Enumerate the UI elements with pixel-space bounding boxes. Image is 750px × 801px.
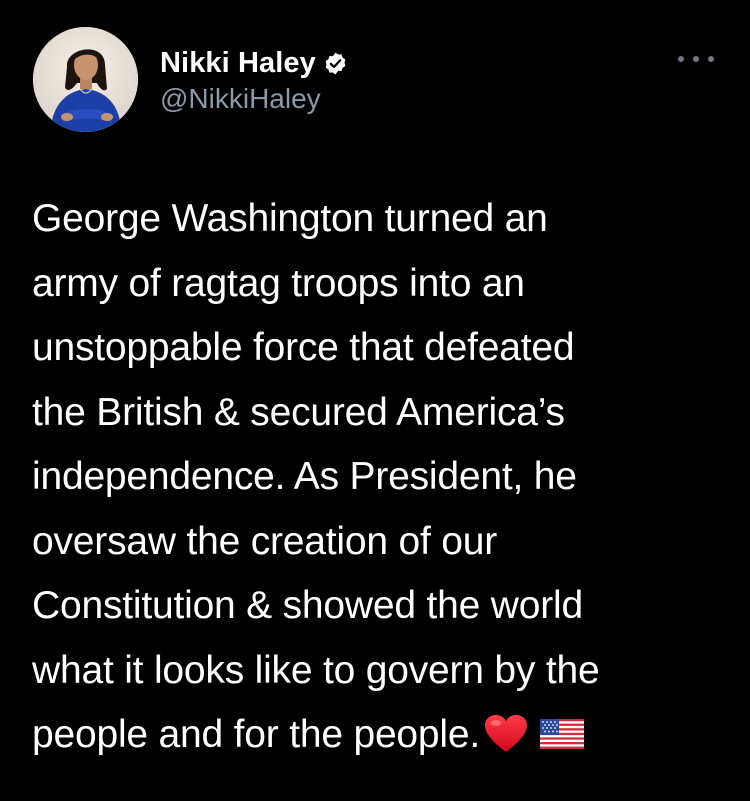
verified-badge-icon (323, 51, 348, 76)
tweet-text-line: the British & secured America’s (32, 390, 565, 434)
us-flag-icon (540, 718, 585, 749)
dot-icon (678, 56, 684, 62)
more-options-icon[interactable] (678, 49, 714, 69)
tweet-text-line: what it looks like to govern by the (32, 648, 600, 692)
author-display-name[interactable]: Nikki Haley (160, 47, 316, 80)
author-name-row: Nikki Haley (160, 43, 348, 83)
dot-icon (693, 56, 699, 62)
red-heart-icon (485, 714, 528, 752)
tweet-text-line: Constitution & showed the world (32, 584, 583, 627)
avatar-image (33, 27, 138, 132)
tweet-text-line: oversaw the creation of our (32, 519, 498, 563)
dot-icon (708, 56, 714, 62)
tweet-text-line: independence. As President, he (32, 455, 577, 498)
tweet-text: George Washington turned an army of ragt… (32, 187, 722, 768)
tweet-text-last-line: people and for the people. (32, 703, 722, 768)
tweet-text-line: army of ragtag troops into an (32, 261, 525, 305)
tweet-text-line: people and for the people. (32, 713, 481, 756)
tweet-text-line: unstoppable force that defeated (32, 326, 575, 369)
tweet-card: Nikki Haley @NikkiHaley George Washingto… (0, 0, 750, 801)
avatar[interactable] (33, 27, 138, 132)
author-handle[interactable]: @NikkiHaley (160, 83, 321, 115)
tweet-text-line: George Washington turned an (32, 197, 548, 240)
